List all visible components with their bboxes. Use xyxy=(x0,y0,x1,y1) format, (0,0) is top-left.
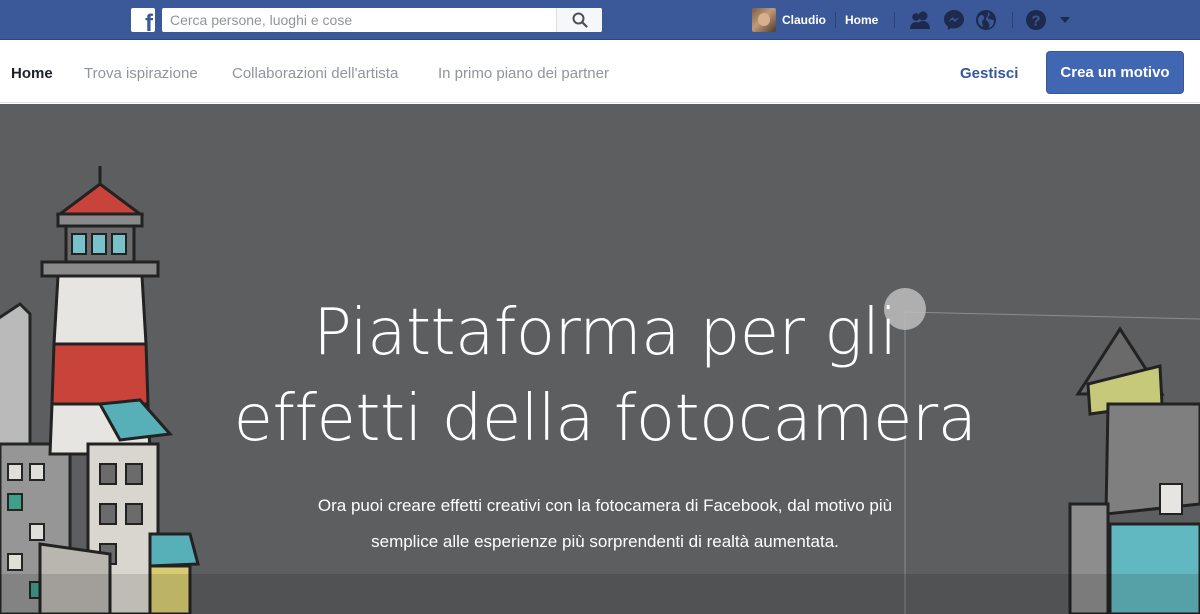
search-button[interactable] xyxy=(556,8,602,32)
facebook-logo-icon[interactable]: f xyxy=(131,8,155,32)
tab-artist-collaborations[interactable]: Collaborazioni dell'artista xyxy=(232,65,398,82)
manage-link[interactable]: Gestisci xyxy=(960,65,1018,82)
hero-subtitle-line-2: semplice alle esperienze più sorprendent… xyxy=(371,532,839,551)
caret-down-icon[interactable] xyxy=(1053,9,1077,31)
search-bar xyxy=(162,8,602,32)
avatar xyxy=(752,8,776,32)
create-effect-button[interactable]: Crea un motivo xyxy=(1046,51,1184,94)
svg-text:?: ? xyxy=(1031,13,1040,30)
search-icon xyxy=(572,12,588,28)
profile-link[interactable]: Claudio xyxy=(752,8,826,32)
top-navigation-bar: f Claudio Home xyxy=(0,0,1200,40)
globe-icon[interactable] xyxy=(974,9,998,31)
divider xyxy=(835,12,836,28)
hero-banner: Piattaforma per gli effetti della fotoca… xyxy=(0,104,1200,614)
hero-subtitle-line-1: Ora puoi creare effetti creativi con la … xyxy=(317,496,893,515)
logo-letter: f xyxy=(145,10,153,33)
divider xyxy=(1012,12,1013,28)
friends-icon[interactable] xyxy=(908,9,932,31)
home-link[interactable]: Home xyxy=(845,13,878,27)
search-input[interactable] xyxy=(162,8,556,32)
messenger-icon[interactable] xyxy=(942,9,966,31)
hero-title-line-2: effetti della fotocamera xyxy=(233,382,977,456)
tab-home[interactable]: Home xyxy=(11,65,53,82)
tab-find-inspiration[interactable]: Trova ispirazione xyxy=(84,65,198,82)
hero-title: Piattaforma per gli effetti della fotoca… xyxy=(0,290,1200,462)
hero-title-line-1: Piattaforma per gli xyxy=(313,296,897,370)
hero-subtitle: Ora puoi creare effetti creativi con la … xyxy=(0,488,1200,560)
user-name: Claudio xyxy=(782,13,826,27)
tab-partner-spotlight[interactable]: In primo piano dei partner xyxy=(438,65,609,82)
secondary-navigation: Home Trova ispirazione Collaborazioni de… xyxy=(0,41,1200,103)
divider xyxy=(894,12,895,28)
help-icon[interactable]: ? xyxy=(1024,9,1048,31)
